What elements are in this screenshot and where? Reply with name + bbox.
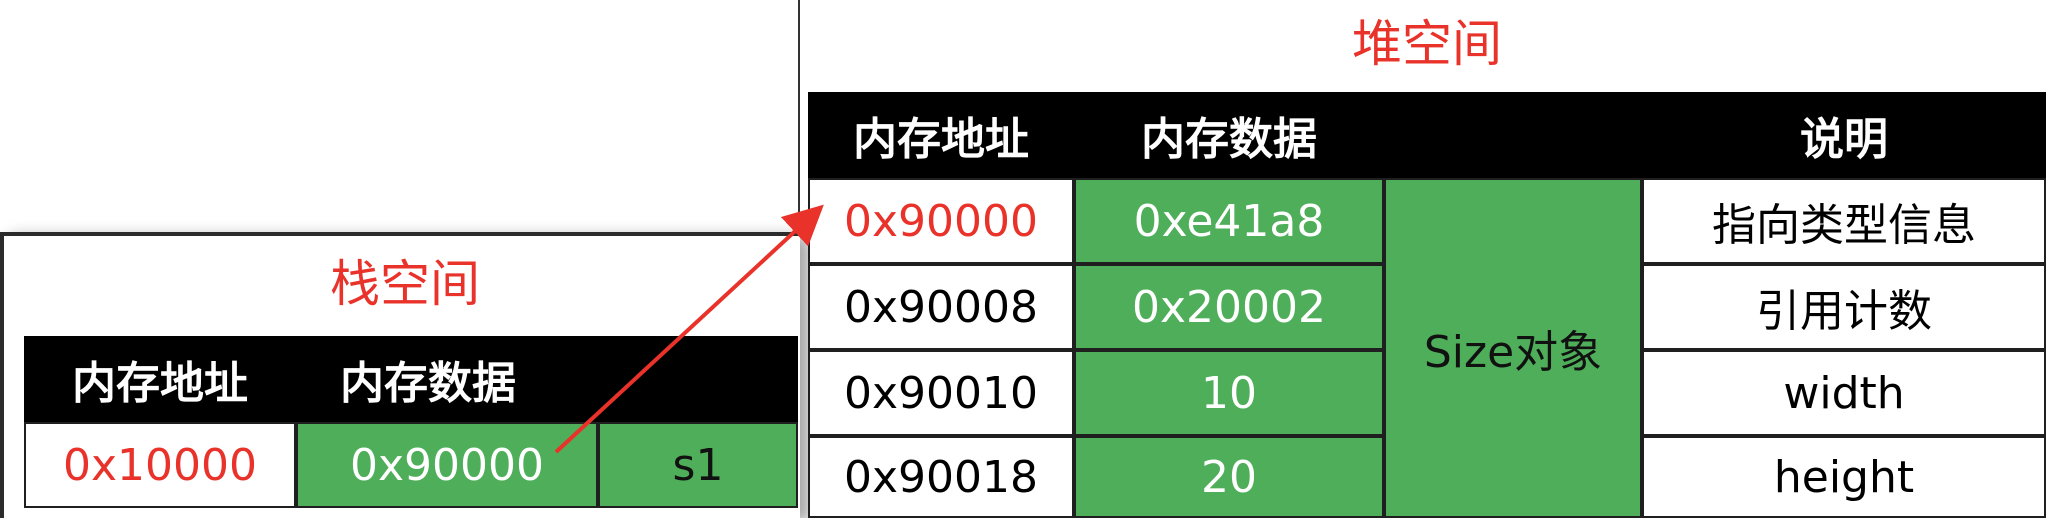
stack-header-blank [598, 336, 798, 422]
heap-note-cell: 指向类型信息 [1642, 178, 2046, 264]
stack-header-address: 内存地址 [24, 336, 296, 422]
stack-address-cell: 0x10000 [24, 422, 296, 508]
stack-value-cell: 0x90000 [296, 422, 598, 508]
heap-header-blank [1384, 92, 1642, 178]
heap-header-note: 说明 [1642, 92, 2046, 178]
heap-address-cell: 0x90000 [808, 178, 1074, 264]
heap-value-cell: 0x20002 [1074, 264, 1384, 350]
heap-value-cell: 10 [1074, 350, 1384, 436]
heap-note-cell: width [1642, 350, 2046, 436]
heap-header-address: 内存地址 [808, 92, 1074, 178]
heap-title: 堆空间 [1352, 15, 1502, 73]
heap-header-value: 内存数据 [1074, 92, 1384, 178]
heap-value-cell: 20 [1074, 436, 1384, 518]
stack-header-value: 内存数据 [296, 336, 598, 422]
heap-note-cell: 引用计数 [1642, 264, 2046, 350]
stack-label-cell: s1 [598, 422, 798, 508]
heap-address-cell: 0x90010 [808, 350, 1074, 436]
heap-address-cell: 0x90018 [808, 436, 1074, 518]
heap-address-cell: 0x90008 [808, 264, 1074, 350]
stack-title: 栈空间 [330, 255, 480, 313]
heap-object-cell: Size对象 [1384, 178, 1642, 518]
heap-note-cell: height [1642, 436, 2046, 518]
heap-value-cell: 0xe41a8 [1074, 178, 1384, 264]
